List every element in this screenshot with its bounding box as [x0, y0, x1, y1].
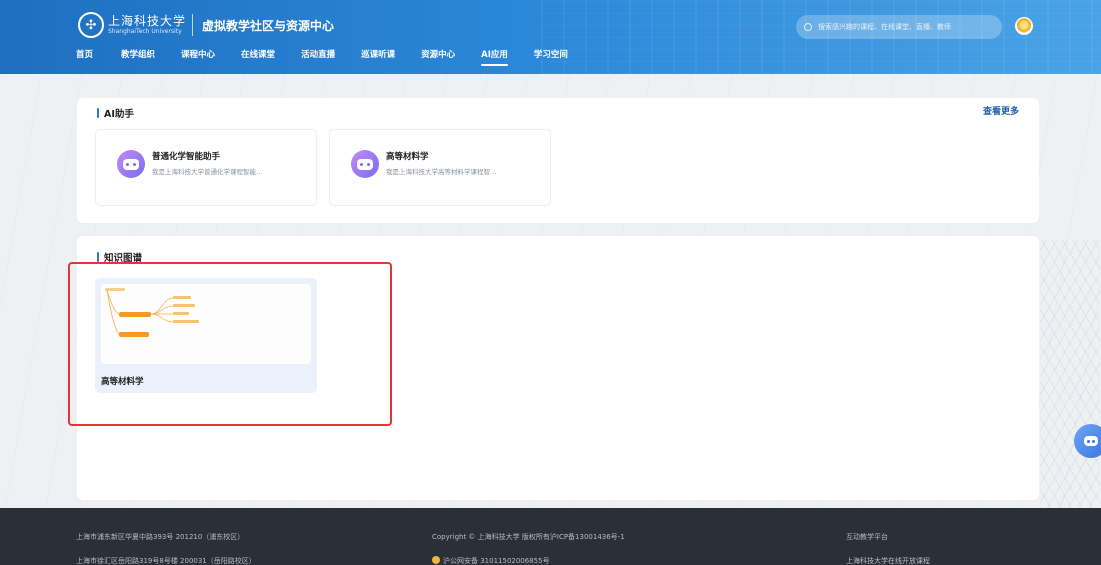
mindmap-thumbnail-svg: [105, 288, 199, 337]
main-nav: 首页 教学组织 课程中心 在线课堂 活动直播 巡课听课 资源中心 AI应用 学习…: [76, 48, 568, 68]
assistant-card-desc: 我是上海科技大学高等材料学课程智…: [386, 168, 497, 176]
footer-link-open-courses[interactable]: 上海科技大学在线开放课程: [846, 556, 930, 565]
assistant-card-name: 普通化学智能助手: [152, 152, 221, 162]
ai-section-title-text: AI助手: [104, 109, 134, 120]
knowledge-graph-card-title: 高等材料学: [101, 377, 144, 387]
nav-item-learning-space[interactable]: 学习空间: [534, 48, 568, 68]
footer-address-yueyang: 上海市徐汇区岳阳路319号8号楼 200031（岳阳路校区）: [76, 557, 256, 565]
assistant-card-name: 高等材料学: [386, 152, 429, 162]
university-name-cn[interactable]: 上海科技大学: [108, 12, 186, 29]
search-input[interactable]: [818, 23, 988, 31]
tower-decoration: [1040, 240, 1100, 508]
ai-section-title: AI助手: [97, 106, 134, 120]
search-icon[interactable]: [804, 23, 812, 31]
assistant-card-desc: 我是上海科技大学普通化学课程智能…: [152, 168, 263, 176]
kg-section-title: 知识图谱: [97, 250, 142, 264]
ai-assistant-panel: AI助手 查看更多 普通化学智能助手 我是上海科技大学普通化学课程智能… 高等材…: [77, 98, 1039, 223]
knowledge-graph-card[interactable]: 高等材料学: [95, 278, 317, 393]
section-accent-bar: [97, 108, 99, 118]
mindmap-thumbnail: [101, 284, 311, 364]
university-logo-icon[interactable]: ✣: [78, 12, 104, 38]
nav-item-class-inspection[interactable]: 巡课听课: [361, 48, 395, 68]
nav-item-resource-center[interactable]: 资源中心: [421, 48, 455, 68]
assistant-card-materials[interactable]: 高等材料学 我是上海科技大学高等材料学课程智…: [329, 129, 551, 206]
top-header: ✣ 上海科技大学 ShanghaiTech University 虚拟教学社区与…: [0, 0, 1101, 74]
nav-item-home[interactable]: 首页: [76, 48, 93, 68]
search-box[interactable]: [796, 15, 1002, 39]
nav-item-online-class[interactable]: 在线课堂: [241, 48, 275, 68]
footer-police-text[interactable]: 沪公网安备 31011502006855号: [443, 557, 550, 565]
site-title[interactable]: 虚拟教学社区与资源中心: [202, 17, 334, 34]
nav-item-teaching-org[interactable]: 教学组织: [121, 48, 155, 68]
nav-item-course-center[interactable]: 课程中心: [181, 48, 215, 68]
robot-icon: [351, 150, 379, 178]
footer-copyright: Copyright © 上海科技大学 版权所有沪ICP备13001436号-1: [432, 533, 625, 541]
knowledge-graph-panel: 知识图谱 高等材料学: [77, 236, 1039, 500]
robot-icon: [1084, 436, 1098, 446]
user-avatar[interactable]: [1015, 17, 1033, 35]
floating-assistant-button[interactable]: [1074, 424, 1101, 458]
footer-link-interactive-platform[interactable]: 互动教学平台: [846, 532, 888, 542]
footer-police-record[interactable]: 沪公网安备 31011502006855号: [432, 556, 550, 565]
nav-item-live[interactable]: 活动直播: [301, 48, 335, 68]
police-badge-icon: [432, 556, 440, 564]
nav-item-ai-app[interactable]: AI应用: [481, 48, 508, 68]
section-accent-bar: [97, 252, 99, 262]
kg-section-title-text: 知识图谱: [104, 253, 143, 264]
view-more-link[interactable]: 查看更多: [983, 104, 1019, 117]
logo-divider: [192, 14, 193, 36]
footer-address-pudong: 上海市浦东新区华夏中路393号 201210（浦东校区）: [76, 533, 245, 541]
university-name-en: ShanghaiTech University: [108, 28, 182, 35]
robot-icon: [117, 150, 145, 178]
page-footer: 上海市浦东新区华夏中路393号 201210（浦东校区） 上海市徐汇区岳阳路31…: [0, 508, 1101, 565]
assistant-card-chemistry[interactable]: 普通化学智能助手 我是上海科技大学普通化学课程智能…: [95, 129, 317, 206]
